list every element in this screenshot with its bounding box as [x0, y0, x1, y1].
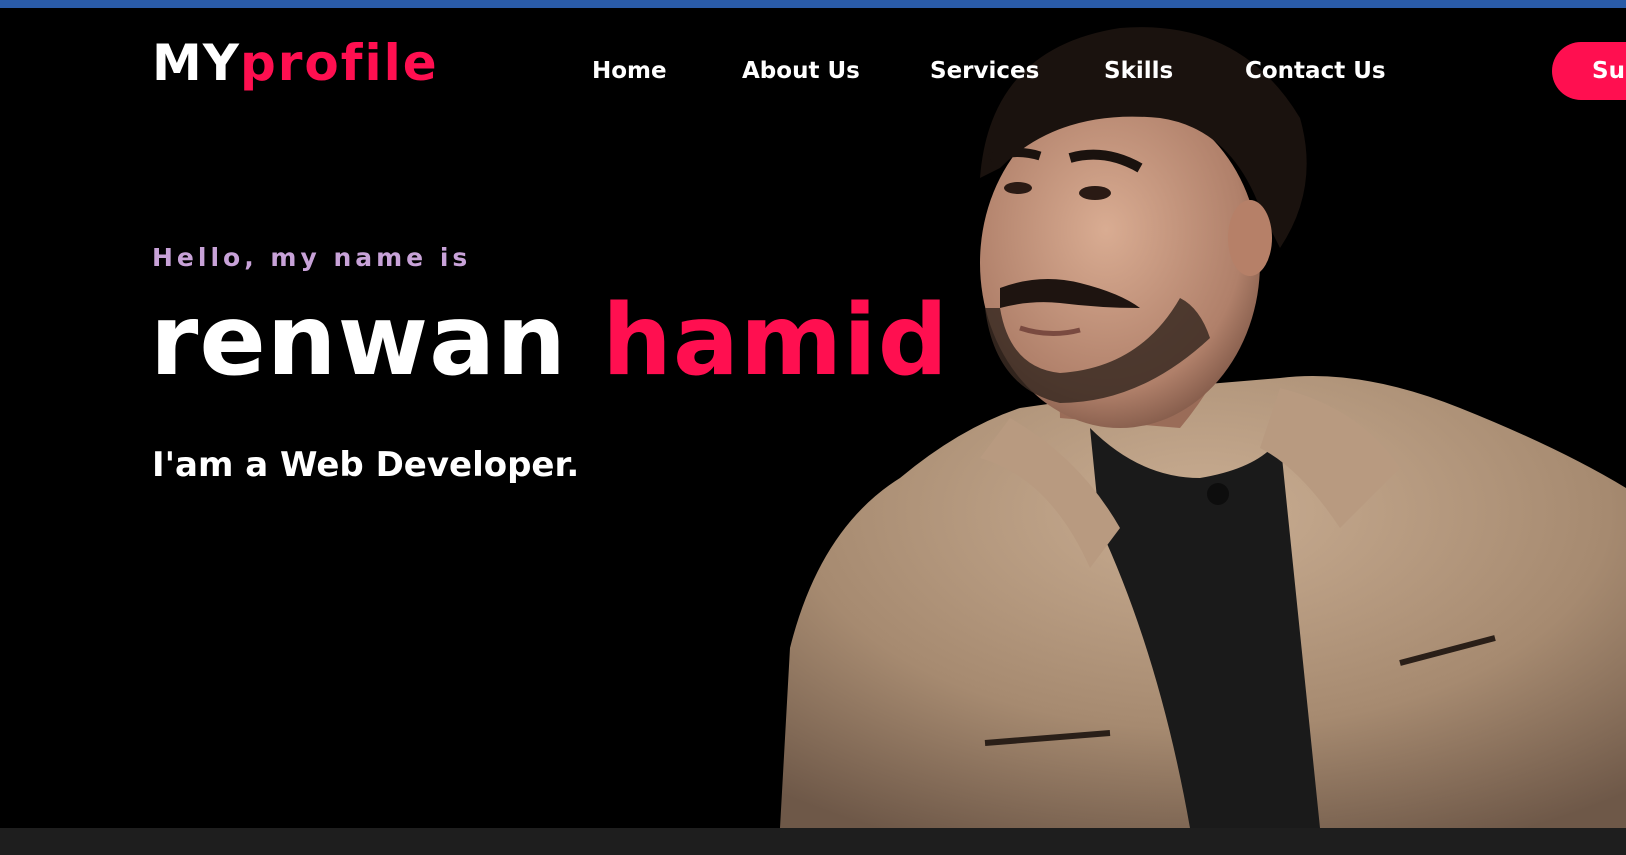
browser-top-bar: [0, 0, 1626, 8]
hero-tagline: I'am a Web Developer.: [152, 445, 580, 485]
last-name: hamid: [602, 284, 949, 398]
nav-item-services[interactable]: Services: [930, 60, 1039, 83]
nav-item-contact-us[interactable]: Contact Us: [1245, 60, 1386, 83]
hero-name: renwan hamid: [150, 287, 949, 396]
page-bottom-strip: [0, 828, 1626, 855]
site-logo[interactable]: MYprofile: [152, 38, 439, 88]
logo-profile-text: profile: [239, 34, 439, 92]
first-name: renwan: [150, 284, 567, 398]
nav-item-about-us[interactable]: About Us: [742, 60, 860, 83]
greeting-text: Hello, my name is: [152, 243, 472, 272]
hero-section: MYprofile Home About Us Services Skills …: [0, 8, 1626, 828]
nav-item-skills[interactable]: Skills: [1104, 60, 1173, 83]
profile-photo: [780, 27, 1626, 828]
logo-my-text: MY: [152, 34, 240, 92]
nav-item-home[interactable]: Home: [592, 60, 667, 83]
subscribe-button[interactable]: Subscribe: [1552, 42, 1626, 100]
